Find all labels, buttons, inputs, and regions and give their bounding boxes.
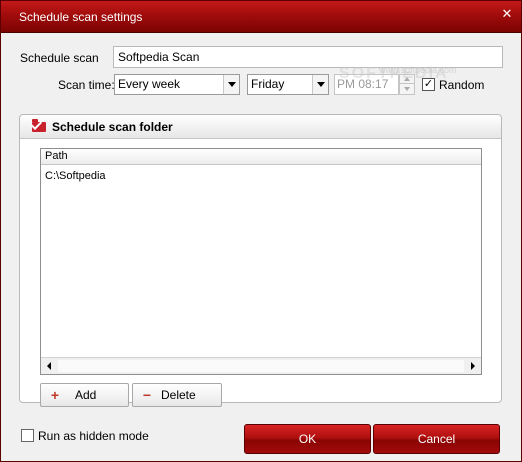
- add-button-label: Add: [75, 388, 97, 402]
- spin-down-icon[interactable]: [400, 85, 414, 94]
- horizontal-scrollbar[interactable]: [41, 357, 481, 374]
- hidden-mode-label: Run as hidden mode: [38, 429, 149, 443]
- list-item[interactable]: C:\Softpedia: [45, 169, 106, 183]
- frequency-select[interactable]: Every week: [114, 74, 240, 95]
- close-icon[interactable]: ✕: [500, 7, 514, 21]
- window-title: Schedule scan settings: [19, 10, 143, 24]
- folder-check-icon: [32, 119, 46, 132]
- schedule-name-label: Schedule scan: [20, 51, 99, 65]
- schedule-folder-panel: Schedule scan folder Path C:\Softpedia +…: [19, 114, 502, 407]
- path-list[interactable]: Path C:\Softpedia: [40, 148, 482, 375]
- day-select[interactable]: Friday: [247, 74, 329, 95]
- scrollbar-track[interactable]: [58, 360, 464, 372]
- title-bar[interactable]: Schedule scan settings ✕: [1, 1, 521, 33]
- panel-title: Schedule scan folder: [52, 120, 173, 134]
- minus-icon: −: [142, 387, 152, 403]
- watermark-url: www.softpedia.com: [379, 65, 457, 75]
- chevron-down-icon[interactable]: [312, 75, 328, 94]
- scroll-left-icon[interactable]: [41, 358, 58, 374]
- delete-button-label: Delete: [161, 388, 196, 402]
- cancel-button[interactable]: Cancel: [373, 424, 500, 454]
- plus-icon: +: [50, 387, 60, 403]
- add-button[interactable]: + Add: [40, 383, 129, 407]
- scroll-right-icon[interactable]: [464, 358, 481, 374]
- delete-button[interactable]: − Delete: [132, 383, 222, 407]
- scan-time-label: Scan time:: [58, 78, 115, 92]
- ok-button[interactable]: OK: [244, 424, 371, 454]
- column-header-path[interactable]: Path: [41, 149, 481, 165]
- hidden-mode-checkbox[interactable]: [21, 429, 34, 442]
- day-value: Friday: [251, 77, 285, 91]
- chevron-down-icon[interactable]: [223, 75, 239, 94]
- panel-header: Schedule scan folder: [20, 115, 501, 139]
- schedule-scan-settings-dialog: Schedule scan settings ✕ Schedule scan S…: [0, 0, 522, 462]
- frequency-value: Every week: [118, 77, 181, 91]
